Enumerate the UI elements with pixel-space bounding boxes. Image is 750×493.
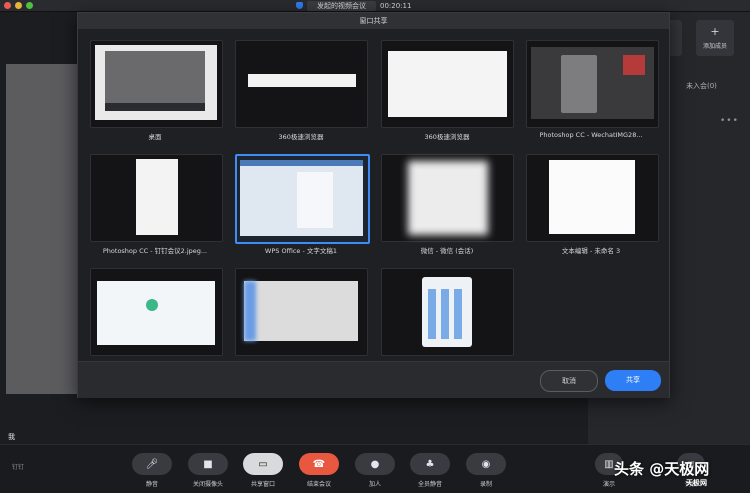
share-button[interactable]: 共享 — [605, 370, 661, 391]
dialog-title: 窗口共享 — [78, 13, 669, 29]
dialog-footer: 取消 共享 — [78, 361, 669, 398]
minimize-window-button[interactable] — [15, 2, 22, 9]
blurred-edge — [244, 281, 256, 341]
close-window-button[interactable] — [4, 2, 11, 9]
participant-video — [6, 64, 86, 394]
dingtalk-logo-icon — [146, 299, 158, 311]
photoshop-preview — [136, 159, 178, 235]
window-label: 桌面 — [148, 133, 162, 141]
title-center: 发起的视频会议 00:20:11 — [296, 0, 411, 11]
phone-app-grid — [428, 289, 466, 339]
window-thumb-textedit[interactable] — [526, 154, 659, 242]
window-thumb-blurred[interactable] — [235, 268, 368, 356]
camera-icon: ■ — [188, 453, 228, 475]
add-member-label: 添加成员 — [702, 43, 727, 50]
not-joined-label[interactable]: 未入会(0) — [686, 81, 717, 91]
end-label: 结束会议 — [306, 481, 331, 488]
camera-off-button[interactable]: ■ 关闭摄像头 — [188, 453, 228, 488]
title-bar: 发起的视频会议 00:20:11 — [0, 0, 750, 12]
wps-dialog — [297, 172, 333, 228]
window-thumb-dingtalk[interactable] — [90, 268, 223, 356]
mute-all-icon: ♣ — [410, 453, 450, 475]
mic-icon: 🎤︎ — [132, 453, 172, 475]
meeting-title: 发起的视频会议 — [307, 0, 376, 11]
record-button[interactable]: ◉ 录制 — [466, 453, 506, 488]
window-label: Photoshop CC - 钉钉会议2.jpeg... — [102, 247, 208, 255]
window-thumb-photoshop-1[interactable] — [526, 40, 659, 128]
add-person-icon: ● — [355, 453, 395, 475]
window-share-dialog: 窗口共享 桌面 360极速浏览器 360极速浏览器 Photoshop CC -… — [77, 12, 670, 398]
window-thumb-wechat[interactable] — [381, 154, 514, 242]
camera-label: 关闭摄像头 — [192, 481, 223, 488]
zoom-window-button[interactable] — [26, 2, 33, 9]
window-label: 360极速浏览器 — [424, 133, 470, 141]
window-label: Photoshop CC - WechatIMG28... — [539, 131, 643, 139]
add-member-button[interactable]: + 添加成员 — [696, 20, 734, 56]
end-meeting-button[interactable]: ☎ 结束会议 — [299, 453, 339, 488]
self-label: 我 — [8, 433, 15, 441]
blurred-preview — [244, 281, 358, 341]
shield-icon — [296, 2, 303, 9]
photoshop-canvas — [561, 55, 597, 113]
window-thumb-wps[interactable] — [235, 154, 370, 244]
screen-share-icon: ▭ — [243, 453, 283, 475]
textedit-preview — [549, 160, 635, 234]
watermark-small: 天极网 — [686, 479, 707, 487]
wechat-preview — [408, 161, 488, 235]
pin-label[interactable]: 钉钉 — [12, 462, 24, 471]
record-icon: ◉ — [466, 453, 506, 475]
window-thumb-desktop[interactable] — [90, 40, 223, 128]
mute-all-button[interactable]: ♣ 全员静音 — [410, 453, 450, 488]
record-label: 录制 — [479, 481, 492, 488]
window-thumb-browser-1[interactable] — [235, 40, 368, 128]
window-grid: 桌面 360极速浏览器 360极速浏览器 Photoshop CC - Wech… — [78, 29, 669, 361]
cancel-button[interactable]: 取消 — [540, 370, 598, 392]
mute-all-label: 全员静音 — [417, 481, 442, 488]
add-person-icon: + — [710, 25, 720, 38]
share-label: 共享窗口 — [250, 481, 275, 488]
add-person-button[interactable]: ● 加人 — [355, 453, 395, 488]
hangup-icon: ☎ — [299, 453, 339, 475]
watermark: 头条 @天极网 — [614, 460, 710, 478]
present-label: 演示 — [602, 481, 615, 488]
photoshop-swatch — [623, 55, 645, 75]
window-label: WPS Office - 文字文稿1 — [264, 247, 338, 255]
window-label: 文本编辑 - 未命名 3 — [561, 247, 621, 255]
browser-preview — [388, 51, 507, 117]
mute-button[interactable]: 🎤︎ 静音 — [132, 453, 172, 488]
window-thumb-photoshop-2[interactable] — [90, 154, 223, 242]
add-person-label: 加人 — [368, 481, 381, 488]
share-window-button[interactable]: ▭ 共享窗口 — [243, 453, 283, 488]
wps-ribbon — [240, 160, 363, 166]
desktop-toolbar — [105, 103, 205, 111]
dingtalk-preview — [97, 281, 215, 345]
window-thumb-browser-2[interactable] — [381, 40, 514, 128]
browser-preview — [248, 74, 356, 87]
meeting-timer: 00:20:11 — [380, 1, 412, 10]
window-thumb-phone[interactable] — [381, 268, 514, 356]
more-icon[interactable]: ••• — [720, 116, 739, 126]
window-label: 360极速浏览器 — [278, 133, 324, 141]
window-label: 微信 - 微信 (会话) — [420, 247, 474, 255]
desktop-window — [105, 51, 205, 109]
mute-label: 静音 — [145, 481, 158, 488]
